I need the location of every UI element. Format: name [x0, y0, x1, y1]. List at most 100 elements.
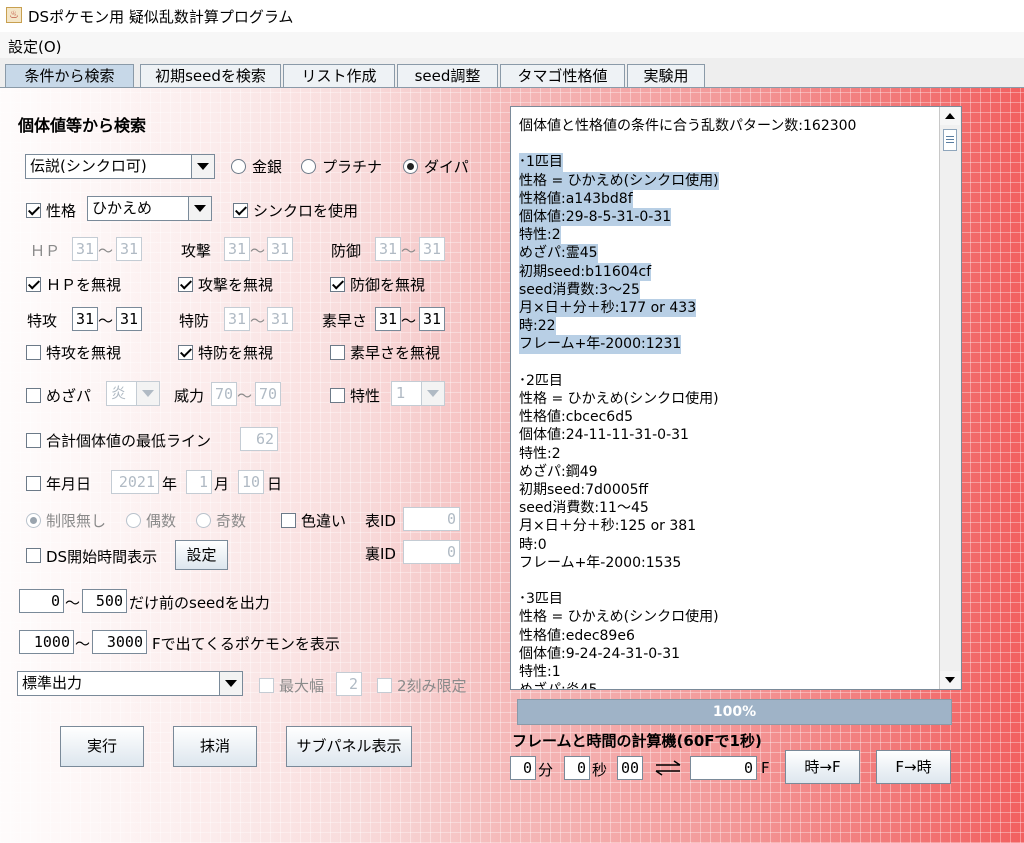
clear-button[interactable]: 抹消 [173, 726, 257, 767]
atk-min-input[interactable]: 31 [224, 237, 250, 261]
spe-min-input[interactable]: 31 [375, 307, 401, 331]
output-line: 初期seed:7d0005ff [519, 481, 937, 499]
run-button[interactable]: 実行 [60, 726, 144, 767]
spe-max-input[interactable]: 31 [419, 307, 445, 331]
output-line: 時:0 [519, 536, 937, 554]
ability-checkbox[interactable] [330, 388, 345, 403]
month-input[interactable]: 1 [186, 470, 212, 494]
progress-bar: 100% [517, 699, 952, 725]
spe-ignore-checkbox[interactable] [330, 345, 345, 360]
date-checkbox[interactable] [26, 476, 41, 491]
tab-condition-search[interactable]: 条件から検索 [5, 64, 134, 87]
max-width-input[interactable]: 2 [336, 672, 362, 696]
output-text: 個体値と性格値の条件に合う乱数パターン数:162300 ･1匹目 性格 = ひかえ… [519, 117, 937, 689]
def-max-input[interactable]: 31 [419, 237, 445, 261]
frame-range-sep: ～ [75, 635, 91, 653]
frame-to-time-button[interactable]: F→時 [876, 750, 951, 784]
frame-min-input[interactable]: 1000 [19, 630, 74, 654]
scroll-thumb[interactable] [943, 129, 957, 151]
output-line: 個体値:24-11-11-31-0-31 [519, 426, 937, 444]
output-line-text: 性格値:edec89e6 [519, 627, 635, 644]
output-line-text: 特性:1 [519, 664, 561, 681]
tab-list-create[interactable]: リスト作成 [283, 64, 395, 87]
subpanel-button[interactable]: サブパネル表示 [286, 726, 412, 767]
power-min-input[interactable]: 70 [211, 382, 237, 406]
output-line: 個体値:29-8-5-31-0-31 [519, 208, 937, 227]
total-iv-checkbox[interactable] [26, 433, 41, 448]
radio-odd[interactable] [196, 513, 211, 528]
mode-select[interactable]: 伝説(シンクロ可) [25, 154, 215, 179]
output-line-text: ･3匹目 [519, 591, 563, 608]
tab-seed-adjust[interactable]: seed調整 [397, 64, 498, 87]
tid-input[interactable]: 0 [403, 507, 460, 531]
hidden-power-type-select[interactable]: 炎 [106, 381, 160, 406]
spa-ignore-checkbox[interactable] [26, 345, 41, 360]
seed-min-input[interactable]: 0 [19, 589, 64, 613]
nature-label: 性格 [46, 202, 77, 220]
spa-range-sep: ～ [98, 312, 114, 330]
radio-no-limit[interactable] [26, 513, 41, 528]
output-textarea[interactable]: 個体値と性格値の条件に合う乱数パターン数:162300 ･1匹目 性格 = ひかえ… [510, 106, 962, 690]
output-line-text: 特性:2 [519, 445, 561, 462]
output-line: 性格値:edec89e6 [519, 627, 937, 645]
total-iv-input[interactable]: 62 [240, 427, 278, 451]
def-min-input[interactable]: 31 [375, 237, 401, 261]
synchro-checkbox[interactable] [233, 203, 248, 218]
chevron-down-icon [421, 382, 444, 405]
shiny-checkbox[interactable] [281, 513, 296, 528]
spd-max-input[interactable]: 31 [267, 307, 293, 331]
ds-start-checkbox[interactable] [26, 548, 41, 563]
ds-settings-button[interactable]: 設定 [175, 540, 228, 570]
sid-input[interactable]: 0 [403, 540, 460, 564]
tab-experiment[interactable]: 実験用 [627, 64, 705, 87]
def-ignore-checkbox[interactable] [330, 277, 345, 292]
calc-sec-input[interactable]: 0 [564, 756, 590, 780]
output-line: 性格値:a143bd8f [519, 189, 937, 209]
step2-checkbox[interactable] [377, 678, 392, 693]
hp-min-input[interactable]: 31 [72, 237, 98, 261]
spa-min-input[interactable]: 31 [72, 307, 98, 331]
output-line-text: 月×日＋分＋秒:125 or 381 [519, 518, 697, 535]
output-scrollbar[interactable] [939, 107, 961, 689]
spd-min-input[interactable]: 31 [224, 307, 250, 331]
frame-range-suffix: Fで出てくるポケモンを表示 [152, 635, 340, 653]
hp-ignore-checkbox[interactable] [26, 277, 41, 292]
year-input[interactable]: 2021 [111, 470, 159, 494]
output-line: ･2匹目 [519, 372, 937, 390]
scroll-down-icon[interactable] [940, 671, 960, 689]
max-width-checkbox[interactable] [259, 678, 274, 693]
tab-initial-seed-search[interactable]: 初期seedを検索 [140, 64, 281, 87]
calc-frames-input[interactable]: 0 [690, 756, 757, 780]
hidden-power-checkbox[interactable] [26, 388, 41, 403]
radio-gold-silver[interactable] [231, 159, 246, 174]
tab-egg-personality[interactable]: タマゴ性格値 [500, 64, 625, 87]
calc-min-input[interactable]: 0 [510, 756, 536, 780]
seed-max-input[interactable]: 500 [82, 589, 127, 613]
output-mode-select[interactable]: 標準出力 [17, 671, 243, 696]
power-max-input[interactable]: 70 [255, 382, 281, 406]
calc-frac-input[interactable]: 00 [617, 756, 643, 780]
frame-max-input[interactable]: 3000 [92, 630, 147, 654]
radio-dp[interactable] [403, 159, 418, 174]
radio-even[interactable] [126, 513, 141, 528]
ability-select[interactable]: 1 [391, 381, 445, 406]
output-line-text: 性格 = ひかえめ(シンクロ使用) [519, 171, 719, 190]
spd-ignore-checkbox[interactable] [178, 345, 193, 360]
nature-checkbox[interactable] [26, 203, 41, 218]
scroll-up-icon[interactable] [940, 107, 960, 125]
atk-ignore-checkbox[interactable] [178, 277, 193, 292]
radio-platinum[interactable] [301, 159, 316, 174]
spa-max-input[interactable]: 31 [116, 307, 142, 331]
menu-settings[interactable]: 設定(O) [8, 36, 62, 57]
hp-max-input[interactable]: 31 [116, 237, 142, 261]
day-input[interactable]: 10 [238, 470, 264, 494]
nature-select[interactable]: ひかえめ [87, 196, 212, 221]
atk-max-input[interactable]: 31 [267, 237, 293, 261]
time-to-frame-button[interactable]: 時→F [785, 750, 860, 784]
hidden-power-type-value: 炎 [111, 384, 127, 402]
hp-range-sep: ～ [98, 242, 114, 260]
chevron-down-icon [136, 382, 159, 405]
atk-range-sep: ～ [250, 242, 266, 260]
ds-start-label: DS開始時間表示 [46, 548, 158, 566]
radio-no-limit-label: 制限無し [46, 512, 107, 530]
